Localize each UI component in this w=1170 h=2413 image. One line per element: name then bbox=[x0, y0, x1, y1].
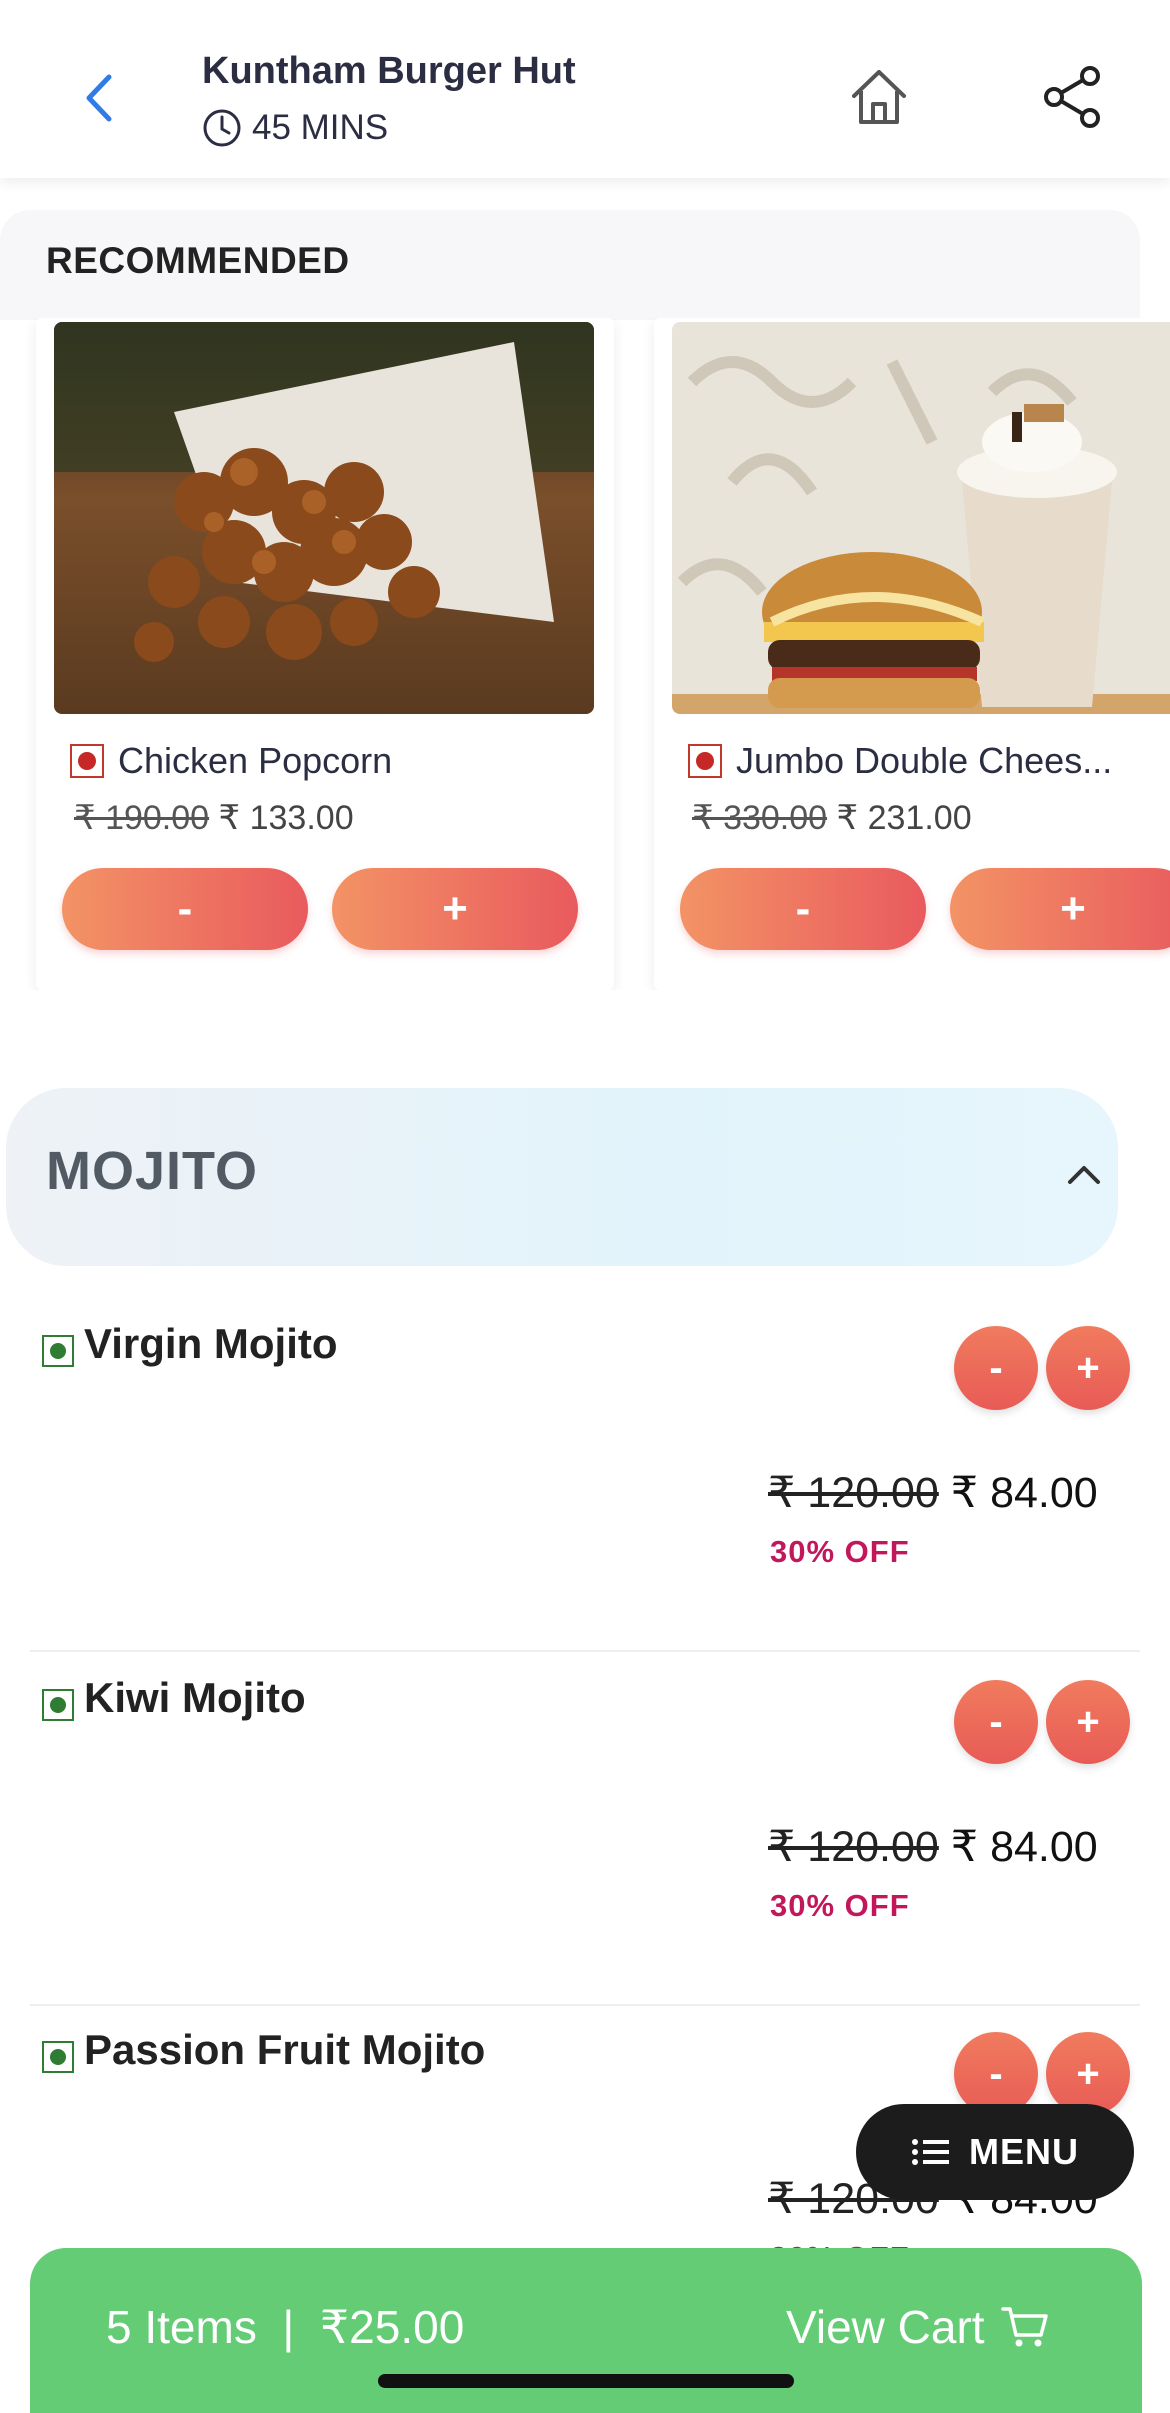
decrease-quantity-button[interactable]: - bbox=[62, 868, 308, 950]
decrease-quantity-button[interactable]: - bbox=[954, 1326, 1038, 1410]
veg-indicator-icon bbox=[42, 1335, 74, 1367]
recommended-card[interactable]: Chicken Popcorn ₹ 190.00 ₹ 133.00 - + bbox=[36, 318, 614, 990]
non-veg-indicator-icon bbox=[70, 744, 104, 778]
increase-quantity-button[interactable]: + bbox=[332, 868, 578, 950]
recommended-item-price: ₹ 190.00 ₹ 133.00 bbox=[74, 798, 354, 838]
original-price: ₹ 190.00 bbox=[74, 799, 210, 837]
item-price: ₹ 120.00 ₹ 84.00 bbox=[768, 1822, 1098, 1872]
home-icon bbox=[852, 70, 906, 124]
cart-icon bbox=[1000, 2307, 1048, 2347]
back-button[interactable] bbox=[70, 65, 126, 131]
discount-label: 30% OFF bbox=[770, 1888, 910, 1923]
menu-button[interactable]: MENU bbox=[856, 2104, 1134, 2200]
view-cart-label: View Cart bbox=[786, 2301, 985, 2353]
item-name: Virgin Mojito bbox=[42, 1320, 338, 1368]
home-button[interactable] bbox=[846, 64, 912, 130]
recommended-item-name: Jumbo Double Chees... bbox=[688, 740, 1170, 782]
recommended-card[interactable]: Jumbo Double Chees... ₹ 330.00 ₹ 231.00 … bbox=[654, 318, 1170, 990]
increase-quantity-button[interactable]: + bbox=[1046, 1326, 1130, 1410]
recommended-title: RECOMMENDED bbox=[46, 240, 350, 281]
increase-quantity-button[interactable]: + bbox=[1046, 1680, 1130, 1764]
chevron-up-icon bbox=[1068, 1166, 1100, 1184]
view-cart-bar[interactable]: 5 Items | ₹25.00 View Cart bbox=[30, 2248, 1142, 2413]
chicken-popcorn-image bbox=[54, 322, 594, 714]
recommended-item-label: Chicken Popcorn bbox=[118, 740, 393, 781]
recommended-carousel[interactable]: Chicken Popcorn ₹ 190.00 ₹ 133.00 - + Ju… bbox=[0, 318, 1170, 990]
original-price: ₹ 330.00 bbox=[692, 799, 828, 837]
cart-summary: 5 Items | ₹25.00 bbox=[106, 2301, 465, 2353]
restaurant-title: Kuntham Burger Hut bbox=[202, 50, 576, 92]
home-indicator bbox=[378, 2374, 794, 2388]
view-cart-button[interactable]: View Cart bbox=[786, 2300, 1049, 2354]
jumbo-burger-image bbox=[672, 322, 1170, 714]
recommended-item-label: Jumbo Double Chees... bbox=[736, 740, 1113, 781]
discount-label: 30% OFF bbox=[770, 1534, 910, 1569]
delivery-eta: 45 MINS bbox=[202, 108, 388, 148]
list-icon bbox=[912, 2139, 949, 2165]
discounted-price: ₹ 133.00 bbox=[218, 799, 354, 837]
item-label: Passion Fruit Mojito bbox=[84, 2026, 486, 2073]
category-label: MOJITO bbox=[46, 1141, 259, 1201]
item-price: ₹ 120.00 ₹ 84.00 bbox=[768, 1468, 1098, 1518]
eta-text: 45 MINS bbox=[252, 108, 389, 147]
item-name: Passion Fruit Mojito bbox=[42, 2026, 485, 2074]
recommended-item-price: ₹ 330.00 ₹ 231.00 bbox=[692, 798, 972, 838]
app-header: Kuntham Burger Hut 45 MINS bbox=[0, 0, 1170, 178]
non-veg-indicator-icon bbox=[688, 744, 722, 778]
veg-indicator-icon bbox=[42, 2041, 74, 2073]
share-button[interactable] bbox=[1040, 64, 1106, 130]
decrease-quantity-button[interactable]: - bbox=[680, 868, 926, 950]
discounted-price: ₹ 231.00 bbox=[836, 799, 972, 837]
original-price: ₹ 120.00 bbox=[768, 1823, 939, 1871]
menu-item: Virgin Mojito - + ₹ 120.00 ₹ 84.00 30% O… bbox=[30, 1298, 1140, 1652]
recommended-item-name: Chicken Popcorn bbox=[70, 740, 610, 782]
menu-label: MENU bbox=[969, 2131, 1079, 2172]
original-price: ₹ 120.00 bbox=[768, 1469, 939, 1517]
menu-item: Kiwi Mojito - + ₹ 120.00 ₹ 84.00 30% OFF bbox=[30, 1652, 1140, 2006]
item-name: Kiwi Mojito bbox=[42, 1674, 306, 1722]
item-label: Kiwi Mojito bbox=[84, 1674, 306, 1721]
veg-indicator-icon bbox=[42, 1689, 74, 1721]
share-icon bbox=[1044, 66, 1100, 128]
discounted-price: ₹ 84.00 bbox=[950, 1823, 1098, 1871]
decrease-quantity-button[interactable]: - bbox=[954, 1680, 1038, 1764]
clock-icon bbox=[203, 109, 241, 147]
increase-quantity-button[interactable]: + bbox=[950, 868, 1170, 950]
category-header-mojito[interactable]: MOJITO bbox=[6, 1088, 1118, 1266]
chevron-left-icon bbox=[86, 74, 112, 122]
discounted-price: ₹ 84.00 bbox=[950, 1469, 1098, 1517]
item-label: Virgin Mojito bbox=[84, 1320, 338, 1367]
